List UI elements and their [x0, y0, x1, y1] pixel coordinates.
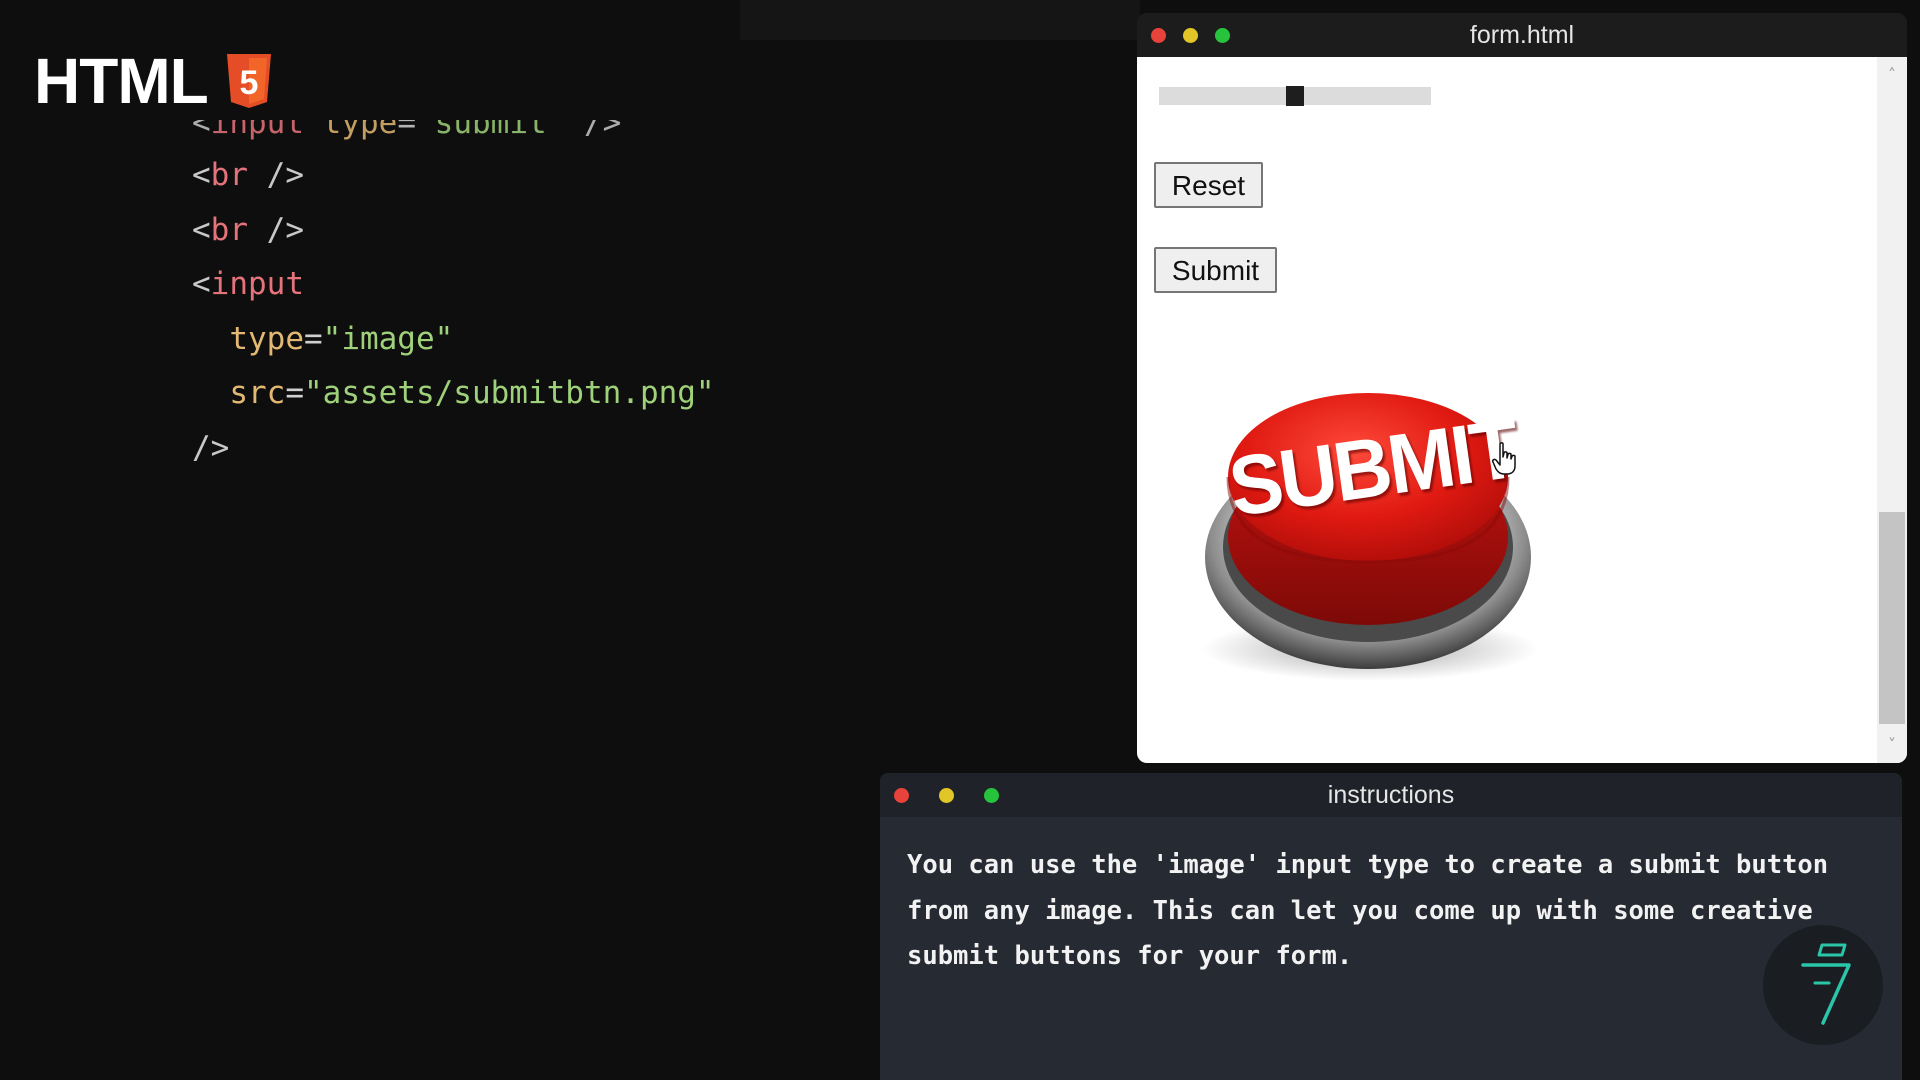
code-line: <br />	[192, 203, 715, 258]
code-line: <input type="submit" />	[192, 120, 715, 148]
code-token-punc: />	[565, 120, 622, 141]
code-token-tag: br	[210, 211, 248, 248]
code-line: src="assets/submitbtn.png"	[192, 366, 715, 421]
instructions-titlebar: instructions	[880, 773, 1902, 817]
logo-text: HTML	[34, 45, 209, 117]
code-token-eq: =	[397, 120, 416, 141]
code-token-eq: =	[303, 320, 323, 357]
code-line: type="image"	[192, 312, 715, 367]
chevron-down-icon[interactable]: ˅	[1877, 733, 1907, 757]
scrollbar-thumb[interactable]	[1879, 512, 1905, 724]
browser-scrollbar[interactable]: ˄ ˅	[1877, 57, 1907, 763]
code-line: />	[192, 421, 715, 476]
hand-pointer-cursor-icon	[1492, 442, 1516, 475]
code-token-tag: input	[210, 120, 304, 141]
code-token-punc: />	[248, 211, 304, 248]
code-editor: <input type="submit" /> <br /> <br /> <inpu…	[192, 120, 715, 475]
range-slider[interactable]	[1159, 86, 1431, 106]
code-line: <input	[192, 257, 715, 312]
instructions-line: from any image. This can let you come up…	[907, 895, 1813, 926]
code-token-punc: />	[248, 157, 304, 193]
code-token-attr: src	[192, 375, 286, 411]
code-token-str: "submit"	[416, 120, 566, 141]
html-logo: HTML 5	[34, 44, 274, 118]
instructions-text: You can use the 'image' input type to cr…	[907, 843, 1867, 980]
instructions-line: submit buttons for your form.	[907, 941, 1353, 971]
code-token-punc: <	[192, 266, 211, 302]
brand-badge	[1763, 925, 1883, 1045]
html5-shield-glyph: 5	[239, 64, 258, 102]
screen: HTML 5 <input type="submit" /> <br /> <br …	[0, 0, 1920, 1080]
code-token-punc: <	[192, 157, 211, 193]
reset-button[interactable]: Reset	[1154, 162, 1263, 208]
browser-window-title: form.html	[1469, 21, 1575, 49]
code-token-eq: =	[285, 375, 304, 411]
code-token-tag: br	[210, 157, 248, 193]
browser-window: form.html Reset Submit SUBMIT ˄ ˅	[1137, 13, 1907, 763]
code-token-tag: input	[210, 266, 304, 302]
image-submit-button[interactable]: SUBMIT	[1195, 377, 1545, 687]
code-line: <br />	[192, 148, 715, 203]
code-token-attr: type	[192, 320, 304, 357]
instructions-line: You can use the 'image' input type to cr…	[907, 850, 1829, 880]
browser-titlebar: form.html	[1137, 13, 1907, 57]
code-token-punc: <	[192, 211, 211, 248]
chevron-up-icon[interactable]: ˄	[1877, 63, 1907, 87]
submit-button[interactable]: Submit	[1154, 247, 1277, 293]
code-token-punc: <	[192, 120, 211, 141]
html5-shield-icon: 5	[226, 54, 271, 108]
browser-viewport: Reset Submit SUBMIT ˄ ˅	[1137, 57, 1907, 763]
range-slider-thumb[interactable]	[1286, 86, 1304, 106]
lightning-bolt-icon	[1801, 943, 1851, 1025]
background-shade	[740, 0, 1140, 40]
code-token-str: "assets/submitbtn.png"	[304, 375, 715, 411]
code-token-str: "image"	[322, 320, 454, 357]
code-token-punc: />	[192, 429, 230, 466]
instructions-window-title: instructions	[1327, 781, 1455, 809]
instructions-window: instructions You can use the 'image' inp…	[880, 773, 1902, 1080]
code-token-attr: type	[304, 120, 398, 141]
